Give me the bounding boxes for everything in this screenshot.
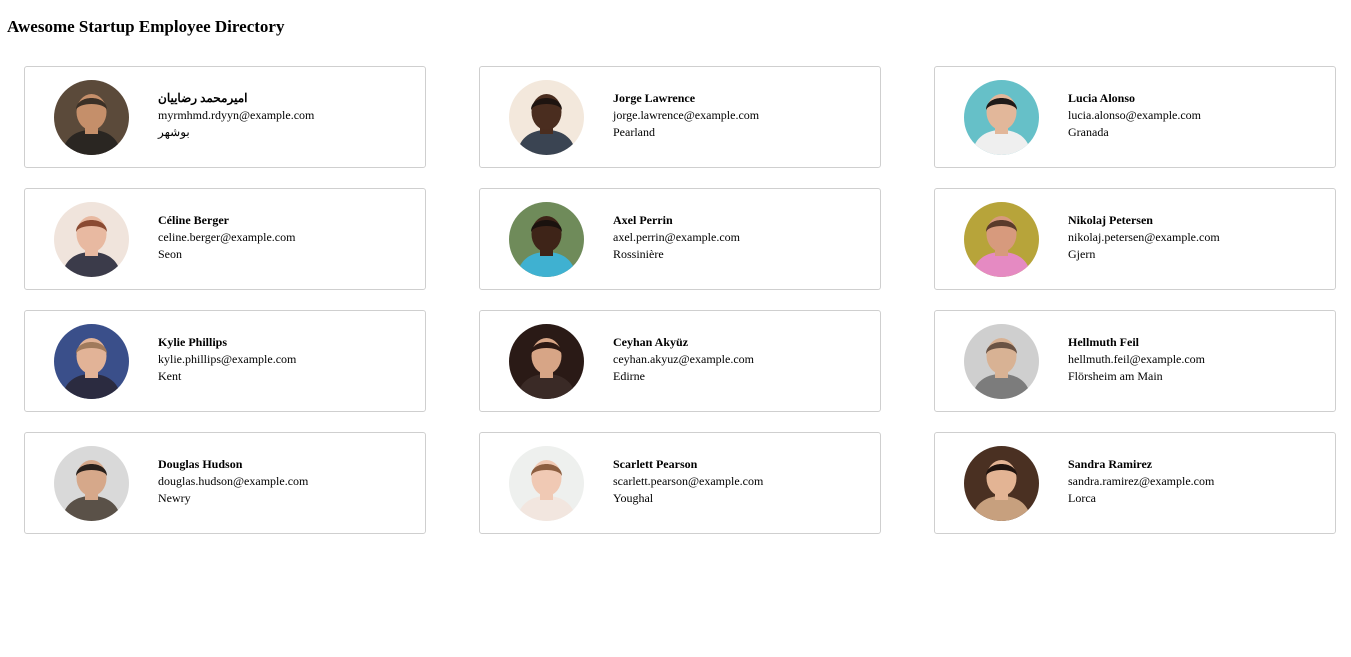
employee-email: jorge.lawrence@example.com: [613, 108, 760, 122]
employee-name: اميرمحمد رضاييان: [158, 91, 248, 105]
employee-city: Gjern: [1068, 247, 1096, 261]
employee-email: hellmuth.feil@example.com: [1068, 352, 1206, 366]
employee-card[interactable]: Céline Berger celine.berger@example.com …: [24, 188, 426, 290]
employee-info: Axel Perrin axel.perrin@example.com Ross…: [613, 212, 740, 263]
employee-email: axel.perrin@example.com: [613, 230, 740, 244]
person-photo-icon: [509, 80, 584, 155]
employee-email: nikolaj.petersen@example.com: [1068, 230, 1220, 244]
person-photo-icon: [964, 80, 1039, 155]
employee-email: douglas.hudson@example.com: [158, 474, 309, 488]
employee-city: Pearland: [613, 125, 655, 139]
employee-name: Sandra Ramirez: [1068, 457, 1153, 471]
employee-email: celine.berger@example.com: [158, 230, 296, 244]
employee-name: Scarlett Pearson: [613, 457, 698, 471]
employee-card[interactable]: Jorge Lawrence jorge.lawrence@example.co…: [479, 66, 881, 168]
person-photo-icon: [964, 324, 1039, 399]
employee-city: Seon: [158, 247, 182, 261]
employee-email: kylie.phillips@example.com: [158, 352, 297, 366]
employee-city: بوشهر: [158, 125, 190, 139]
employee-avatar: [509, 80, 584, 155]
person-photo-icon: [54, 446, 129, 521]
employee-info: Céline Berger celine.berger@example.com …: [158, 212, 295, 263]
employee-name: Ceyhan Akyüz: [613, 335, 689, 349]
employee-email: myrmhmd.rdyyn@example.com: [158, 108, 315, 122]
person-photo-icon: [509, 446, 584, 521]
employee-avatar: [964, 80, 1039, 155]
employee-email: lucia.alonso@example.com: [1068, 108, 1202, 122]
person-photo-icon: [964, 202, 1039, 277]
employee-info: Ceyhan Akyüz ceyhan.akyuz@example.com Ed…: [613, 334, 754, 385]
employee-name: Lucia Alonso: [1068, 91, 1136, 105]
employee-info: Kylie Phillips kylie.phillips@example.co…: [158, 334, 296, 385]
page-title: Awesome Startup Employee Directory: [7, 17, 285, 36]
employee-info: Hellmuth Feil hellmuth.feil@example.com …: [1068, 334, 1205, 385]
employee-info: Douglas Hudson douglas.hudson@example.co…: [158, 456, 308, 507]
employee-city: Kent: [158, 369, 182, 383]
employee-name: Hellmuth Feil: [1068, 335, 1139, 349]
employee-card[interactable]: Sandra Ramirez sandra.ramirez@example.co…: [934, 432, 1336, 534]
employee-city: Rossinière: [613, 247, 664, 261]
employee-avatar: [509, 446, 584, 521]
person-photo-icon: [54, 80, 129, 155]
employee-avatar: [509, 324, 584, 399]
employee-grid: اميرمحمد رضاييان myrmhmd.rdyyn@example.c…: [24, 66, 1336, 534]
person-photo-icon: [54, 202, 129, 277]
employee-avatar: [964, 446, 1039, 521]
employee-avatar: [54, 80, 129, 155]
employee-name: Nikolaj Petersen: [1068, 213, 1153, 227]
employee-info: Scarlett Pearson scarlett.pearson@exampl…: [613, 456, 763, 507]
employee-email: ceyhan.akyuz@example.com: [613, 352, 754, 366]
person-photo-icon: [964, 446, 1039, 521]
employee-avatar: [54, 446, 129, 521]
employee-avatar: [964, 202, 1039, 277]
person-photo-icon: [54, 324, 129, 399]
employee-card[interactable]: Nikolaj Petersen nikolaj.petersen@exampl…: [934, 188, 1336, 290]
employee-card[interactable]: اميرمحمد رضاييان myrmhmd.rdyyn@example.c…: [24, 66, 426, 168]
employee-card[interactable]: Lucia Alonso lucia.alonso@example.com Gr…: [934, 66, 1336, 168]
employee-email: scarlett.pearson@example.com: [613, 474, 764, 488]
employee-card[interactable]: Hellmuth Feil hellmuth.feil@example.com …: [934, 310, 1336, 412]
employee-info: Lucia Alonso lucia.alonso@example.com Gr…: [1068, 90, 1201, 141]
employee-card[interactable]: Kylie Phillips kylie.phillips@example.co…: [24, 310, 426, 412]
employee-name: Douglas Hudson: [158, 457, 243, 471]
employee-info: Nikolaj Petersen nikolaj.petersen@exampl…: [1068, 212, 1220, 263]
employee-city: Youghal: [613, 491, 654, 505]
employee-avatar: [509, 202, 584, 277]
employee-info: Sandra Ramirez sandra.ramirez@example.co…: [1068, 456, 1214, 507]
employee-name: Céline Berger: [158, 213, 229, 227]
employee-city: Newry: [158, 491, 191, 505]
person-photo-icon: [509, 202, 584, 277]
employee-card[interactable]: Douglas Hudson douglas.hudson@example.co…: [24, 432, 426, 534]
employee-avatar: [964, 324, 1039, 399]
employee-name: Axel Perrin: [613, 213, 673, 227]
employee-avatar: [54, 324, 129, 399]
employee-city: Edirne: [613, 369, 645, 383]
employee-city: Granada: [1068, 125, 1109, 139]
employee-card[interactable]: Ceyhan Akyüz ceyhan.akyuz@example.com Ed…: [479, 310, 881, 412]
person-photo-icon: [509, 324, 584, 399]
employee-email: sandra.ramirez@example.com: [1068, 474, 1215, 488]
employee-card[interactable]: Scarlett Pearson scarlett.pearson@exampl…: [479, 432, 881, 534]
employee-info: Jorge Lawrence jorge.lawrence@example.co…: [613, 90, 759, 141]
employee-city: Flörsheim am Main: [1068, 369, 1163, 383]
employee-city: Lorca: [1068, 491, 1096, 505]
employee-name: Jorge Lawrence: [613, 91, 696, 105]
employee-info: اميرمحمد رضاييان myrmhmd.rdyyn@example.c…: [158, 90, 314, 141]
employee-card[interactable]: Axel Perrin axel.perrin@example.com Ross…: [479, 188, 881, 290]
employee-name: Kylie Phillips: [158, 335, 228, 349]
employee-avatar: [54, 202, 129, 277]
